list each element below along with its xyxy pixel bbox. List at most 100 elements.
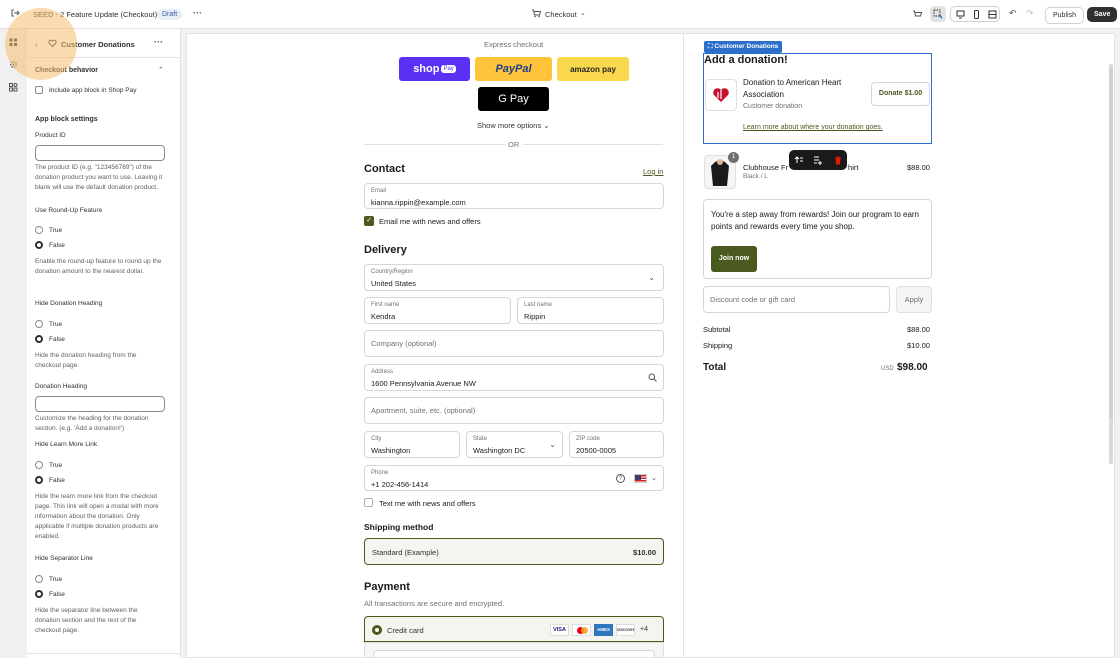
credit-card-radio[interactable] (372, 625, 382, 635)
include-app-block-checkbox[interactable] (35, 86, 43, 94)
address-field[interactable]: Address 1600 Pennsylvania Avenue NW (364, 364, 664, 391)
hide-learn-more-true-radio[interactable] (35, 461, 43, 469)
round-up-false-radio[interactable] (35, 241, 43, 249)
block-toolbar (789, 150, 847, 170)
fullscreen-icon[interactable] (988, 10, 997, 21)
redo-icon[interactable]: ↷ (1026, 8, 1034, 19)
apply-button[interactable]: Apply (896, 286, 932, 313)
settings-gear-icon[interactable] (9, 60, 18, 71)
donate-button[interactable]: Donate $1.00 (871, 82, 930, 106)
google-pay-button[interactable]: G Pay (478, 87, 549, 111)
apartment-field[interactable]: Apartment, suite, etc. (optional) (364, 397, 664, 424)
country-label: Country/Region (371, 269, 413, 275)
chevron-down-icon: ⌄ (648, 273, 655, 282)
help-icon[interactable]: ? (616, 474, 625, 483)
subtotal-label: Subtotal (703, 325, 731, 334)
show-more-options-link[interactable]: Show more options ⌄ (477, 121, 550, 130)
mobile-icon[interactable] (972, 10, 981, 21)
hide-heading-false-radio[interactable] (35, 335, 43, 343)
heart-icon (48, 39, 57, 50)
delete-icon[interactable] (833, 155, 843, 167)
join-now-button[interactable]: Join now (711, 246, 757, 272)
hide-separator-true-radio[interactable] (35, 575, 43, 583)
exit-icon[interactable] (10, 8, 20, 21)
save-button[interactable]: Save (1087, 7, 1118, 22)
duplicate-icon[interactable] (813, 155, 823, 167)
state-label: State (473, 436, 488, 442)
donation-heading-input[interactable] (35, 396, 165, 412)
chevron-up-icon[interactable]: ⌃ (158, 66, 164, 74)
shipping-option[interactable]: Standard (Example) $10.00 (364, 538, 664, 565)
email-news-checkbox[interactable]: ✓ (364, 216, 374, 226)
shipping-option-label: Standard (Example) (372, 548, 439, 557)
apartment-placeholder: Apartment, suite, etc. (optional) (371, 406, 476, 415)
hide-learn-more-false-radio[interactable] (35, 476, 43, 484)
hide-separator-false-radio[interactable] (35, 590, 43, 598)
chevron-down-icon: ⌄ (651, 475, 657, 482)
inspector-toggle-button[interactable] (930, 6, 946, 22)
undo-icon[interactable]: ↶ (1009, 8, 1017, 19)
first-name-field[interactable]: First name Kendra (364, 297, 511, 324)
last-name-label: Last name (524, 302, 553, 308)
include-app-block-label: Include app block in Shop Pay (49, 87, 137, 94)
top-bar: SEED - 2 Feature Update (Checkout) Draft… (0, 0, 1120, 29)
subtotal-value: $88.00 (907, 325, 930, 334)
amazon-pay-button[interactable]: amazon pay (557, 57, 629, 81)
state-select[interactable]: State Washington DC ⌄ (466, 431, 563, 458)
hide-separator-label: Hide Separator Line (35, 555, 93, 562)
company-placeholder: Company (optional) (371, 339, 437, 348)
shop-pay-button[interactable]: shop Pay (399, 57, 470, 81)
email-news-label: Email me with news and offers (379, 217, 481, 226)
phone-value: +1 202-456-1414 (371, 480, 429, 489)
charity-logo (705, 79, 737, 111)
discover-icon: DISCOVER (616, 624, 635, 636)
product-id-input[interactable] (35, 145, 165, 161)
us-flag-icon[interactable] (634, 474, 647, 483)
visa-icon: VISA (550, 624, 569, 636)
chevron-down-icon: ⌄ (580, 10, 586, 17)
donation-title: Donation to American Heart Association (743, 78, 842, 99)
round-up-true-radio[interactable] (35, 226, 43, 234)
hide-heading-help: Hide the donation heading from the check… (35, 352, 137, 369)
panel-more-button[interactable]: ··· (154, 37, 163, 47)
discount-input[interactable]: Discount code or gift card (703, 286, 890, 313)
checkout-behavior-heading[interactable]: Checkout behavior (35, 67, 98, 74)
learn-more-link[interactable]: Learn more about where your donation goe… (743, 124, 883, 131)
add-donation-heading: Add a donation! (704, 54, 788, 66)
hide-heading-true-radio[interactable] (35, 320, 43, 328)
page-select[interactable]: Checkout (545, 10, 577, 19)
move-up-icon[interactable] (794, 155, 804, 167)
hide-separator-false-label: False (49, 591, 65, 598)
city-field[interactable]: City Washington (364, 431, 460, 458)
back-icon[interactable]: ‹ (35, 40, 38, 49)
email-field[interactable]: Email kianna.rippin@example.com (364, 183, 664, 209)
zip-field[interactable]: ZIP code 20500-0005 (569, 431, 664, 458)
hide-learn-more-true-label: True (49, 462, 63, 469)
email-value: kianna.rippin@example.com (371, 198, 466, 207)
card-number-field[interactable] (373, 650, 655, 657)
last-name-field[interactable]: Last name Rippin (517, 297, 664, 324)
total-currency: USD (881, 366, 894, 372)
divider (27, 653, 180, 654)
country-select[interactable]: Country/Region United States ⌄ (364, 264, 664, 291)
page-scrollbar[interactable] (1109, 68, 1113, 418)
hide-separator-help: Hide the separator line between the dona… (35, 607, 138, 634)
store-icon[interactable] (912, 9, 923, 21)
apps-icon[interactable] (9, 83, 18, 94)
panel-title: Customer Donations (61, 40, 135, 49)
publish-button[interactable]: Publish (1045, 7, 1084, 24)
sections-icon[interactable] (9, 38, 18, 49)
text-news-checkbox[interactable] (364, 498, 373, 507)
hide-learn-more-false-label: False (49, 477, 65, 484)
draft-badge: Draft (157, 9, 183, 20)
credit-card-option[interactable]: Credit card VISA AMEX DISCOVER +4 (364, 616, 664, 642)
desktop-icon[interactable] (956, 10, 965, 21)
country-value: United States (371, 279, 417, 288)
more-actions-button[interactable]: ··· (193, 8, 202, 18)
phone-field[interactable]: Phone +1 202-456-1414 ? ⌄ (364, 465, 664, 491)
paypal-button[interactable]: PayPal (475, 57, 552, 81)
cart-icon (531, 8, 542, 20)
company-field[interactable]: Company (optional) (364, 330, 664, 357)
login-link[interactable]: Log in (643, 167, 663, 176)
more-cards-label: +4 (640, 626, 648, 633)
